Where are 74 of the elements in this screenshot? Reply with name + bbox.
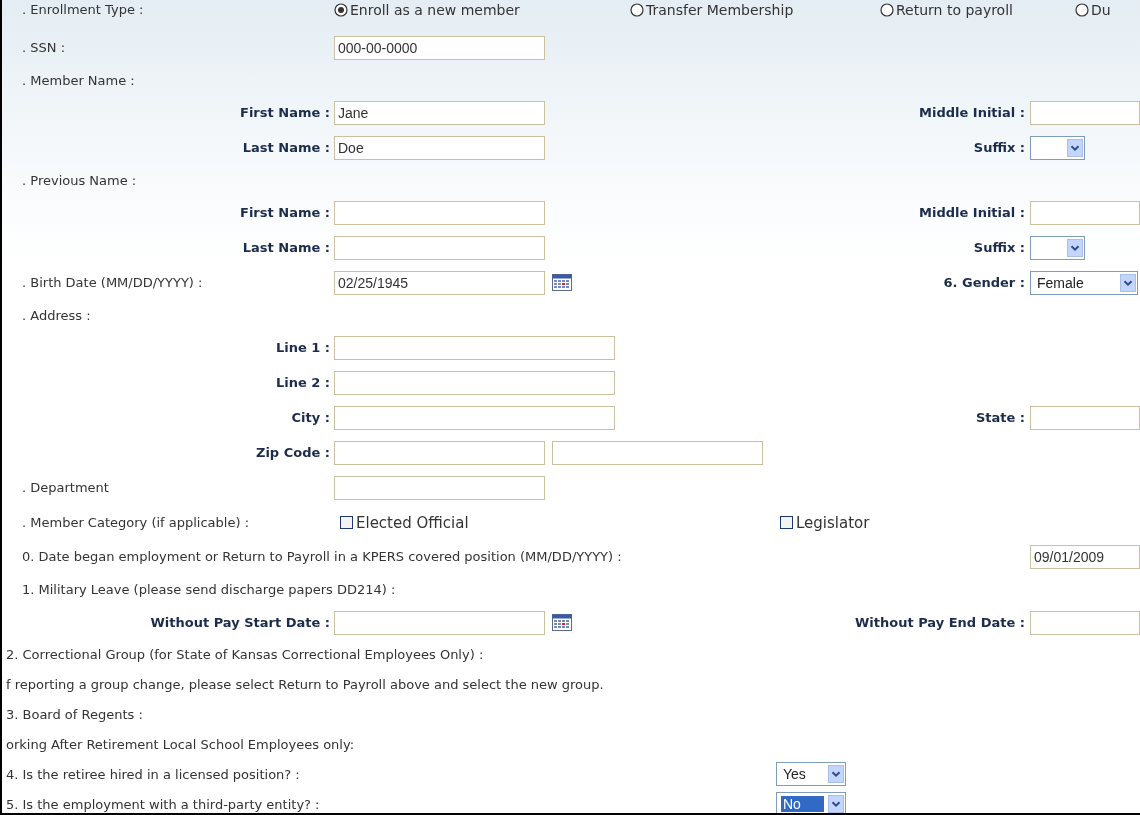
field-label: 6. Gender : <box>943 275 1026 290</box>
form-text: orking After Retirement Local School Employees only: <box>5 736 356 752</box>
field-label: State : <box>975 410 1026 425</box>
text-field[interactable] <box>334 475 545 500</box>
chevron-down-icon <box>828 765 844 783</box>
calendar-icon[interactable] <box>552 274 572 291</box>
text-field[interactable]: 02/25/1945 <box>334 270 545 295</box>
field-label: City : <box>290 410 331 425</box>
checkbox[interactable] <box>780 516 793 529</box>
calendar-icon[interactable] <box>552 614 572 631</box>
field-label: Suffix : <box>973 140 1026 155</box>
form-text: f reporting a group change, please select Return to Payroll above and select the new group. <box>5 676 605 692</box>
field-label: 0. Date began employment or Return to Payroll in a KPERS covered position (MM/DD/YYYY) : <box>21 549 623 564</box>
radio-icon[interactable] <box>880 3 894 17</box>
checkbox-option[interactable]: Legislator <box>780 513 870 532</box>
text-field[interactable]: 000-00-0000 <box>334 35 545 60</box>
field-label: Last Name : <box>241 240 331 255</box>
field-label: 1. Military Leave (please send discharge papers DD214) : <box>21 582 397 597</box>
checkbox[interactable] <box>340 516 353 529</box>
field-label: . Member Category (if applicable) : <box>21 515 251 530</box>
text-field[interactable] <box>334 405 615 430</box>
radio-option[interactable]: Du <box>1075 2 1111 18</box>
text-field[interactable]: Doe <box>334 135 545 160</box>
text-field[interactable] <box>334 200 545 225</box>
text-field[interactable] <box>334 440 545 465</box>
radio-icon[interactable] <box>1075 3 1089 17</box>
field-label: . Address : <box>21 307 92 323</box>
field-label: Without Pay End Date : <box>854 615 1026 630</box>
field-label: Without Pay Start Date : <box>149 615 331 630</box>
chevron-down-icon <box>1067 238 1083 257</box>
dropdown[interactable] <box>1030 235 1085 260</box>
text-field[interactable] <box>1030 405 1140 430</box>
field-label: . Department <box>21 480 110 495</box>
field-label: . Birth Date (MM/DD/YYYY) : <box>21 275 204 290</box>
field-label: Middle Initial : <box>919 105 1026 120</box>
radio-option[interactable]: Return to payroll <box>880 2 1075 18</box>
text-field[interactable] <box>334 370 615 395</box>
question-label: 4. Is the retiree hired in a licensed position? : <box>5 766 301 782</box>
field-label: . Member Name : <box>21 72 136 88</box>
field-label: Middle Initial : <box>919 205 1026 220</box>
chevron-down-icon <box>1067 138 1083 157</box>
chevron-down-icon <box>828 795 844 813</box>
field-label: . Previous Name : <box>21 172 138 188</box>
dropdown[interactable]: Yes <box>776 762 846 786</box>
text-field[interactable] <box>334 610 545 635</box>
form-text: 2. Correctional Group (for State of Kansas Correctional Employees Only) : <box>5 646 485 662</box>
text-field[interactable]: 09/01/2009 <box>1030 544 1140 569</box>
dropdown[interactable]: No <box>776 792 846 813</box>
dropdown[interactable] <box>1030 135 1085 160</box>
text-field[interactable] <box>1030 610 1140 635</box>
form-text: 3. Board of Regents : <box>5 706 144 722</box>
field-label: Last Name : <box>241 140 331 155</box>
checkbox-option[interactable]: Elected Official <box>340 513 780 532</box>
text-field[interactable]: Jane <box>334 100 545 125</box>
dropdown[interactable]: Female <box>1030 270 1138 295</box>
field-label: First Name : <box>239 105 331 120</box>
field-label: Zip Code : <box>254 445 331 460</box>
text-field[interactable] <box>1030 200 1140 225</box>
field-label: Line 1 : <box>274 340 331 355</box>
field-label: . SSN : <box>21 40 66 55</box>
radio-icon[interactable] <box>630 3 644 17</box>
radio-option[interactable]: Enroll as a new member <box>334 2 630 18</box>
text-field[interactable] <box>552 440 763 465</box>
chevron-down-icon <box>1120 273 1136 292</box>
field-label: First Name : <box>239 205 331 220</box>
radio-icon[interactable] <box>334 3 348 17</box>
field-label: Line 2 : <box>274 375 331 390</box>
question-label: 5. Is the employment with a third-party entity? : <box>5 796 321 812</box>
text-field[interactable] <box>334 335 615 360</box>
field-label: Suffix : <box>973 240 1026 255</box>
text-field[interactable] <box>334 235 545 260</box>
field-label: . Enrollment Type : <box>21 2 145 17</box>
text-field[interactable] <box>1030 100 1140 125</box>
radio-option[interactable]: Transfer Membership <box>630 2 880 18</box>
